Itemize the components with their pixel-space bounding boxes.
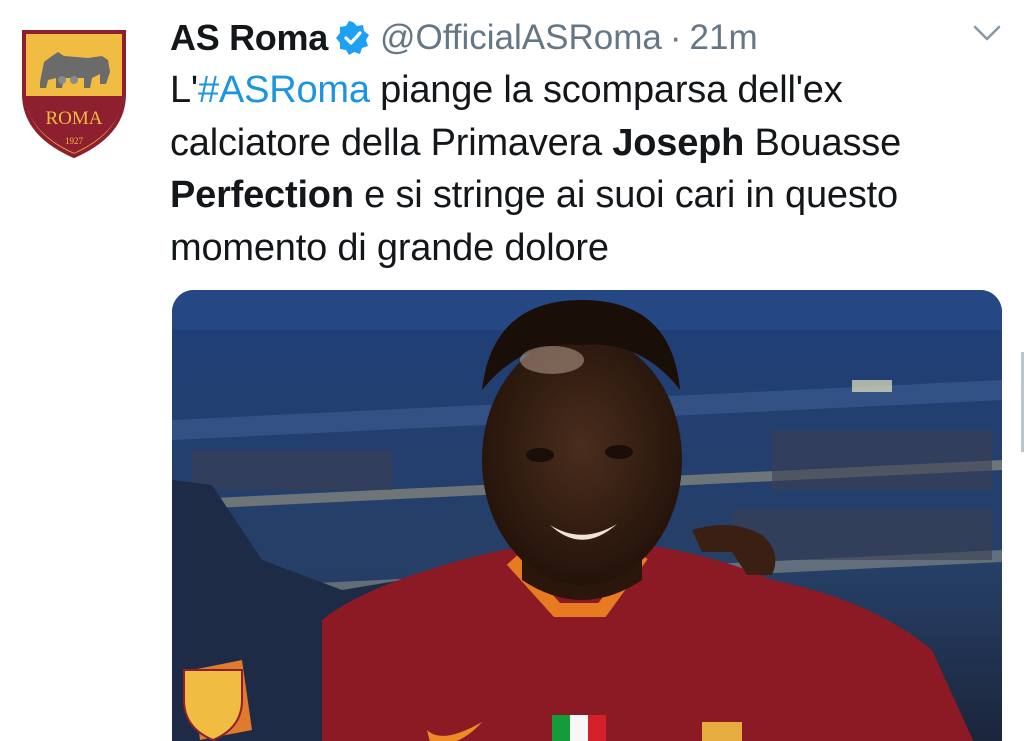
avatar[interactable]: ROMA 1927 xyxy=(18,22,130,162)
timestamp[interactable]: 21m xyxy=(690,18,758,58)
tweet-text: L'#ASRoma piange la scomparsa dell'ex ca… xyxy=(170,64,990,274)
text-bold-segment: Perfection xyxy=(170,174,354,216)
crest-year: 1927 xyxy=(65,136,84,146)
tweet-card[interactable]: ROMA 1927 AS Roma @OfficialASRoma · 21m … xyxy=(0,0,1024,741)
crest-text: ROMA xyxy=(45,108,102,129)
roma-crest-icon: ROMA 1927 xyxy=(22,30,126,159)
display-name[interactable]: AS Roma xyxy=(170,17,328,59)
user-handle[interactable]: @OfficialASRoma xyxy=(380,18,662,58)
chevron-down-icon[interactable] xyxy=(972,22,1002,44)
text-prefix: L' xyxy=(170,69,198,111)
tweet-photo[interactable] xyxy=(172,290,1002,741)
text-bold-segment: Joseph xyxy=(612,121,745,164)
hashtag-link[interactable]: #ASRoma xyxy=(198,69,370,111)
verified-badge-icon xyxy=(335,21,370,55)
separator-dot: · xyxy=(669,18,682,57)
text-segment: Bouasse xyxy=(744,121,902,164)
tweet-header: AS Roma @OfficialASRoma · 21m xyxy=(170,14,758,62)
